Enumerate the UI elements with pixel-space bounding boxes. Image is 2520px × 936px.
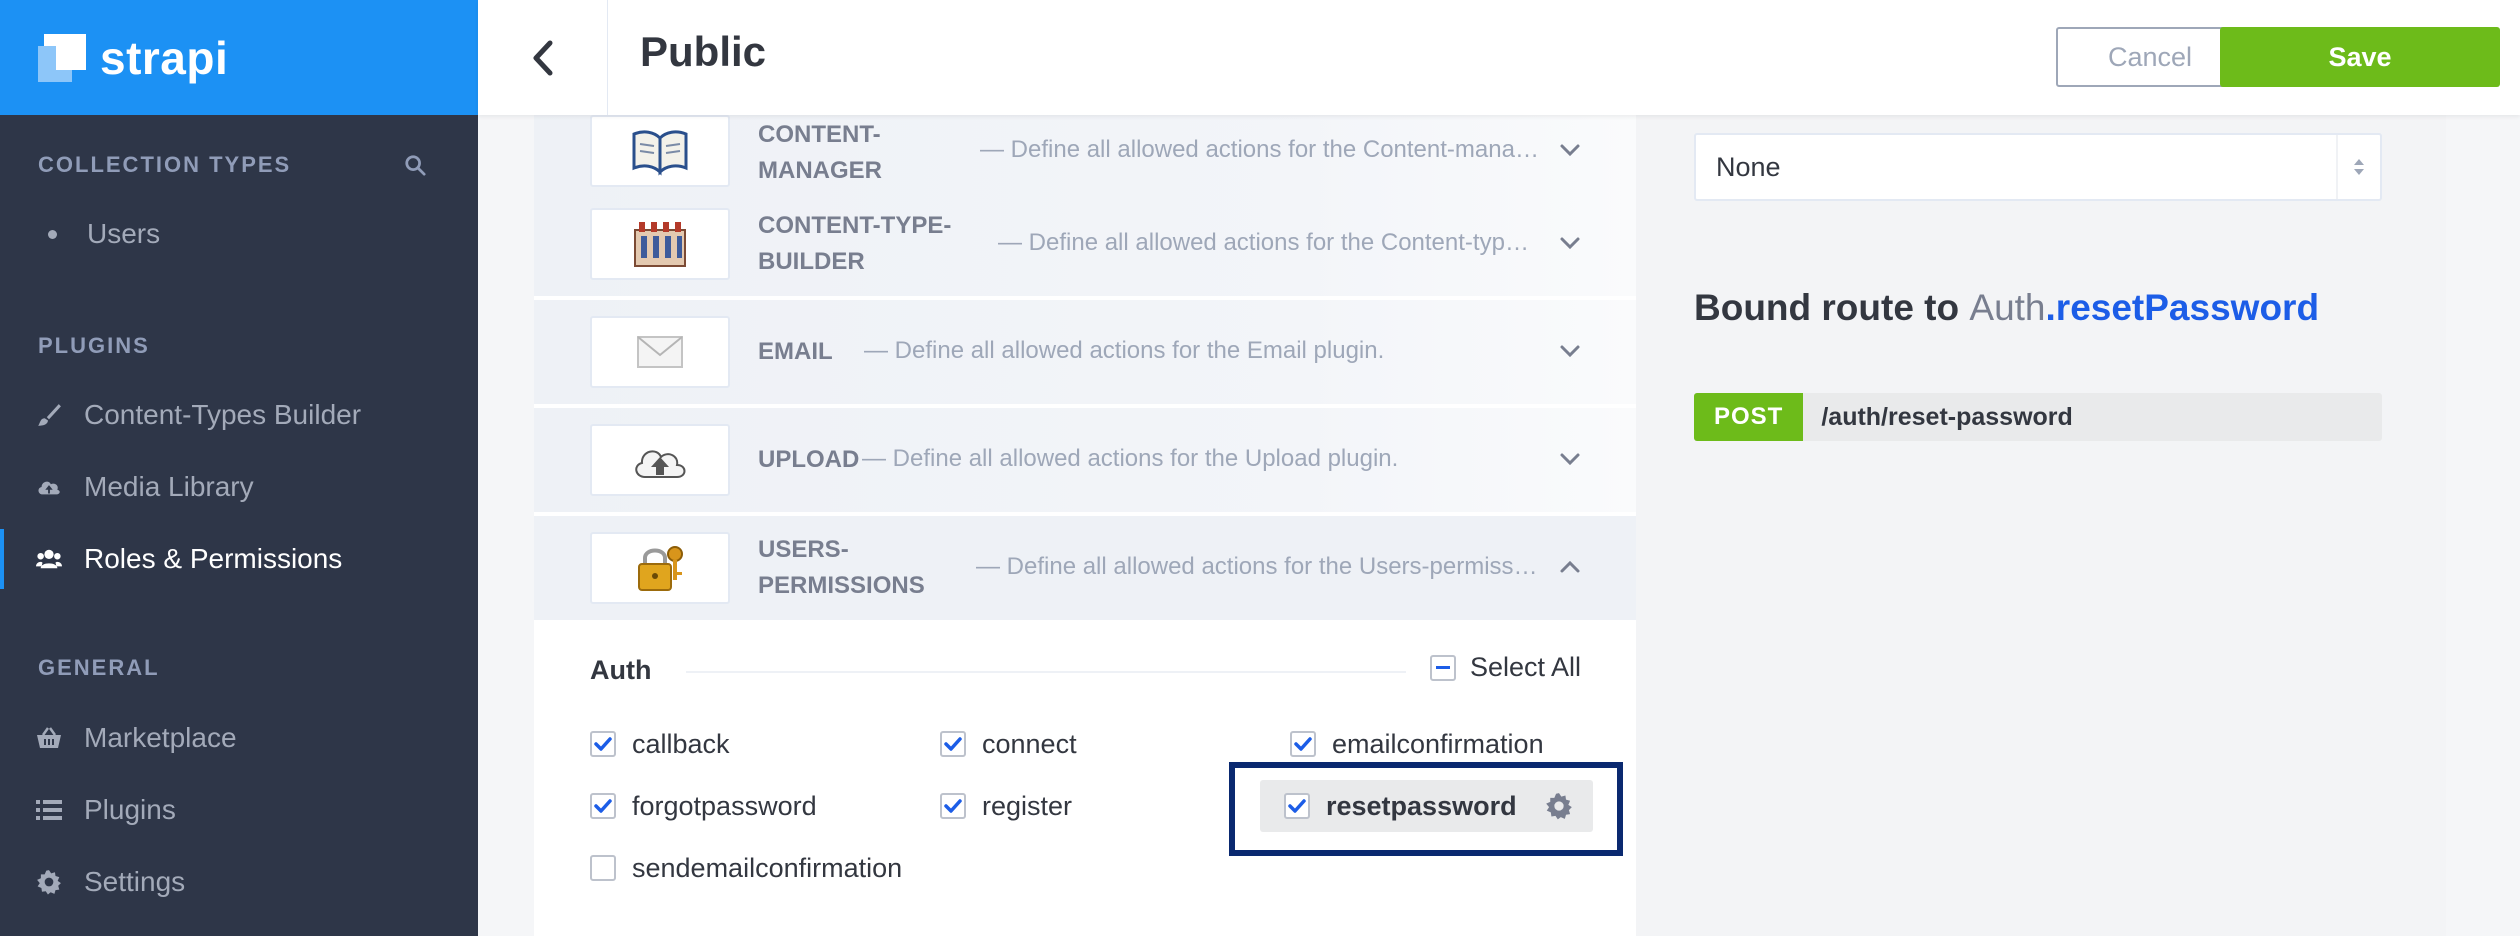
sidebar-item-roles-permissions[interactable]: Roles & Permissions [0, 529, 478, 589]
sidebar-item-settings[interactable]: Settings [0, 852, 478, 912]
permission-sendemailconfirmation[interactable]: sendemailconfirmation [590, 842, 902, 894]
plugin-name: CONTENT- MANAGER [758, 121, 882, 184]
plugin-name: USERS- PERMISSIONS [758, 536, 925, 599]
sidebar-item-label: Plugins [84, 794, 176, 825]
sidebar-item-content-types-builder[interactable]: Content-Types Builder [0, 385, 478, 445]
cloud-upload-icon [590, 424, 730, 496]
section-title-collection-types: COLLECTION TYPES [38, 152, 292, 177]
plugin-description: — Define all allowed actions for the Con… [998, 229, 1540, 256]
cloud-upload-icon [36, 474, 62, 500]
permission-label: connect [982, 728, 1077, 759]
permission-label: emailconfirmation [1332, 728, 1544, 759]
sidebar-item-media-library[interactable]: Media Library [0, 457, 478, 517]
indeterminate-checkbox-icon [1430, 654, 1456, 681]
checkbox-checked-icon [590, 793, 616, 819]
chevron-down-icon [1560, 345, 1580, 358]
sidebar-item-marketplace[interactable]: Marketplace [0, 708, 478, 768]
highlight-annotation [1229, 762, 1623, 856]
gear-icon [36, 869, 62, 895]
permission-label: register [982, 790, 1073, 821]
checkbox-unchecked-icon [590, 855, 616, 881]
chevron-left-icon [533, 40, 552, 75]
select-arrows-icon [2336, 135, 2380, 199]
back-button[interactable] [478, 0, 608, 115]
search-icon[interactable] [404, 154, 426, 176]
chevron-down-icon [1560, 144, 1580, 157]
bound-route-action: .resetPassword [2045, 287, 2320, 328]
plugin-row-content-type-builder[interactable]: CONTENT-TYPE- BUILDER — Define all allowe… [534, 192, 1636, 298]
select-all-checkbox[interactable]: Select All [1430, 652, 1581, 683]
plugin-name: EMAIL [758, 338, 833, 365]
plugin-row-email[interactable]: EMAIL — Define all allowed actions for t… [534, 300, 1636, 406]
basket-icon [36, 725, 62, 751]
plugin-name: CONTENT-TYPE- BUILDER [758, 212, 952, 275]
policy-select[interactable]: None [1694, 133, 2382, 201]
route-row: POST /auth/reset-password [1694, 393, 2382, 441]
page-gutter [2446, 115, 2520, 936]
brand-header[interactable]: strapi [0, 0, 478, 115]
sidebar-item-users[interactable]: Users [0, 204, 478, 264]
policy-select-value: None [1716, 151, 1781, 182]
brand-name: strapi [100, 31, 229, 84]
plugin-description: — Define all allowed actions for the Upl… [862, 445, 1399, 472]
bound-route-prefix: Bound route to [1694, 287, 1970, 328]
chevron-down-icon [1560, 453, 1580, 466]
permission-callback[interactable]: callback [590, 718, 730, 770]
envelope-icon [590, 316, 730, 388]
sidebar-item-label: Marketplace [84, 722, 237, 753]
brush-icon [36, 402, 62, 428]
route-path: /auth/reset-password [1821, 402, 2073, 431]
book-icon [590, 115, 730, 187]
select-all-label: Select All [1470, 652, 1582, 682]
sidebar-item-label: Users [87, 218, 161, 249]
sidebar-item-label: Roles & Permissions [84, 543, 343, 574]
chevron-up-icon [1560, 560, 1580, 573]
list-icon [36, 797, 62, 823]
plugin-row-upload[interactable]: UPLOAD — Define all allowed actions for … [534, 408, 1636, 514]
http-method-badge: POST [1694, 393, 1804, 441]
save-button[interactable]: Save [2220, 27, 2500, 87]
permission-label: sendemailconfirmation [632, 852, 903, 883]
padlock-icon [590, 532, 730, 604]
plugin-description: — Define all allowed actions for the Use… [976, 553, 1542, 580]
route-details-panel: None Bound route to Auth.resetPassword P… [1636, 115, 2446, 936]
checkbox-checked-icon [940, 731, 966, 757]
factory-icon [590, 208, 730, 280]
section-divider [686, 671, 1406, 673]
plugin-name: UPLOAD [758, 446, 860, 473]
sidebar-item-label: Settings [84, 866, 186, 897]
permission-connect[interactable]: connect [940, 718, 1077, 770]
plugin-description: — Define all allowed actions for the Ema… [864, 337, 1385, 364]
checkbox-checked-icon [590, 731, 616, 757]
sidebar-item-label: Content-Types Builder [84, 399, 362, 430]
permission-label: forgotpassword [632, 790, 817, 821]
section-title-general: GENERAL [38, 655, 160, 680]
sidebar-item-label: Media Library [84, 471, 254, 502]
bound-route-title: Bound route to Auth.resetPassword [1694, 287, 2319, 329]
checkbox-checked-icon [1290, 731, 1316, 757]
permission-register[interactable]: register [940, 780, 1072, 832]
auth-section-title: Auth [590, 655, 652, 685]
page-header: Public Cancel Save [478, 0, 2520, 115]
page-title: Public [640, 28, 767, 75]
section-title-plugins: PLUGINS [38, 333, 150, 358]
permission-label: callback [632, 728, 730, 759]
bullet-icon [48, 229, 57, 239]
plugin-description: — Define all allowed actions for the Con… [980, 136, 1540, 163]
sidebar-item-plugins[interactable]: Plugins [0, 780, 478, 840]
bound-route-controller: Auth [1969, 287, 2046, 328]
permission-forgotpassword[interactable]: forgotpassword [590, 780, 817, 832]
checkbox-checked-icon [940, 793, 966, 819]
plugin-row-users-permissions[interactable]: USERS- PERMISSIONS — Define all allowed a… [534, 516, 1636, 622]
chevron-down-icon [1560, 237, 1580, 250]
users-icon [36, 546, 62, 572]
sidebar: strapi COLLECTION TYPES Users PLUGINS Co… [0, 0, 478, 936]
strapi-logo-icon [38, 33, 86, 82]
cancel-button[interactable]: Cancel [2056, 27, 2244, 87]
